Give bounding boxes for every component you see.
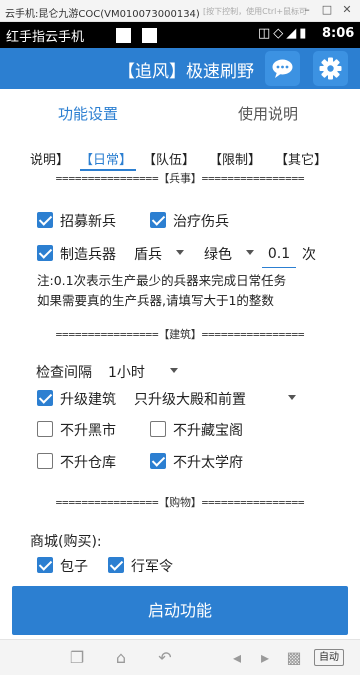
chevron-down-icon [170, 368, 178, 373]
bun-label: 包子 [60, 559, 88, 575]
tab-usage-guide[interactable]: 使用说明 [238, 103, 298, 124]
auto-button[interactable]: 自动 [314, 649, 344, 666]
make-weapons-label: 制造兵器 [60, 247, 116, 263]
upgrade-building-label: 升级建筑 [60, 392, 116, 408]
heal-checkbox[interactable] [150, 212, 166, 228]
make-weapons-checkbox[interactable] [37, 245, 53, 261]
notification-icon [116, 28, 131, 43]
upgrade-mode-value: 只升级大殿和前置 [134, 392, 246, 408]
section-header-building: ================【建筑】================ [55, 328, 305, 341]
soldier-type-value: 盾兵 [134, 247, 162, 263]
host-window-title: 云手机:昆仑九游COC(VM010073000134) [5, 9, 200, 20]
gear-icon [319, 57, 342, 80]
battery-icon: ▮ [299, 26, 310, 41]
bottom-nav-bar: ❐ ⌂ ↶ ◂ ▸ ▩ 自动 [0, 639, 360, 675]
signal-icon: ◢ [286, 26, 300, 41]
volume-down-icon[interactable]: ◂ [226, 647, 248, 669]
settings-button[interactable] [313, 51, 348, 86]
subtab-team[interactable]: 【队伍】 [143, 149, 195, 168]
back-icon[interactable]: ↶ [154, 647, 176, 669]
interval-select[interactable]: 1小时 [108, 362, 180, 382]
tab-function-settings[interactable]: 功能设置 [58, 103, 118, 124]
subtab-other[interactable]: 【其它】 [275, 149, 327, 168]
app-title: 【追风】极速刷野 [118, 62, 254, 82]
home-icon[interactable]: ⌂ [110, 647, 132, 669]
start-function-button[interactable]: 启动功能 [12, 586, 348, 635]
status-icons: ◫◇◢▮ [258, 26, 309, 41]
note-line-2: 如果需要真的生产兵器,请填写大于1的整数 [37, 293, 274, 308]
app-bar: 【追风】极速刷野 [0, 48, 360, 89]
color-value: 绿色 [204, 247, 232, 263]
vibrate-icon: ◫ [258, 26, 274, 41]
no-warehouse-checkbox[interactable] [37, 453, 53, 469]
status-app-name: 红手指云手机 [6, 30, 85, 45]
screen-icon[interactable]: ▩ [283, 647, 305, 669]
subtab-daily[interactable]: 【日常】 [80, 149, 132, 168]
volume-up-icon[interactable]: ▸ [254, 647, 276, 669]
no-treasure-pavilion-label: 不升藏宝阁 [173, 423, 243, 439]
chevron-down-icon [288, 395, 296, 400]
chat-button[interactable] [265, 51, 300, 86]
status-time: 8:06 [322, 26, 355, 41]
tab-indicator [0, 130, 180, 133]
interval-label: 检查间隔 [36, 365, 92, 381]
chevron-down-icon [176, 250, 184, 255]
color-select[interactable]: 绿色 [204, 244, 256, 264]
notification-icon [142, 28, 157, 43]
section-header-shopping: ================【购物】================ [55, 496, 305, 509]
section-header-military: ================【兵事】================ [55, 172, 305, 185]
host-window-bar: 云手机:昆仑九游COC(VM010073000134) [按下控制，使用Ctrl… [0, 0, 360, 22]
march-order-label: 行军令 [131, 559, 173, 575]
interval-value: 1小时 [108, 365, 145, 381]
no-academy-label: 不升太学府 [173, 455, 243, 471]
recruit-label: 招募新兵 [60, 214, 116, 230]
close-icon[interactable]: ✕ [340, 3, 354, 17]
wifi-icon: ◇ [273, 26, 287, 41]
times-unit: 次 [302, 247, 316, 263]
no-black-market-checkbox[interactable] [37, 421, 53, 437]
no-black-market-label: 不升黑市 [60, 423, 116, 439]
march-order-checkbox[interactable] [108, 557, 124, 573]
status-bar: 红手指云手机 ◫◇◢▮ 8:06 [0, 22, 360, 48]
chat-icon [272, 59, 293, 78]
maximize-icon[interactable]: □ [320, 3, 334, 17]
times-input[interactable]: 0.1 [262, 244, 296, 268]
upgrade-mode-select[interactable]: 只升级大殿和前置 [134, 389, 296, 409]
main-tabs: 功能设置 使用说明 [0, 89, 360, 133]
upgrade-building-checkbox[interactable] [37, 390, 53, 406]
bun-checkbox[interactable] [37, 557, 53, 573]
no-warehouse-label: 不升仓库 [60, 455, 116, 471]
host-hint-text: [按下控制，使用Ctrl+鼠标可 [203, 7, 308, 16]
minimize-icon[interactable]: – [300, 3, 314, 17]
no-academy-checkbox[interactable] [150, 453, 166, 469]
subtab-guide[interactable]: 说明】 [30, 149, 69, 168]
note-line-1: 注:0.1次表示生产最少的兵器来完成日常任务 [37, 273, 287, 288]
no-treasure-pavilion-checkbox[interactable] [150, 421, 166, 437]
recruit-checkbox[interactable] [37, 212, 53, 228]
chevron-down-icon [246, 250, 254, 255]
soldier-type-select[interactable]: 盾兵 [134, 244, 186, 264]
subtab-limit[interactable]: 【限制】 [209, 149, 261, 168]
heal-label: 治疗伤兵 [173, 214, 229, 230]
recent-apps-icon[interactable]: ❐ [66, 647, 88, 669]
mall-label: 商城(购买): [30, 534, 102, 550]
